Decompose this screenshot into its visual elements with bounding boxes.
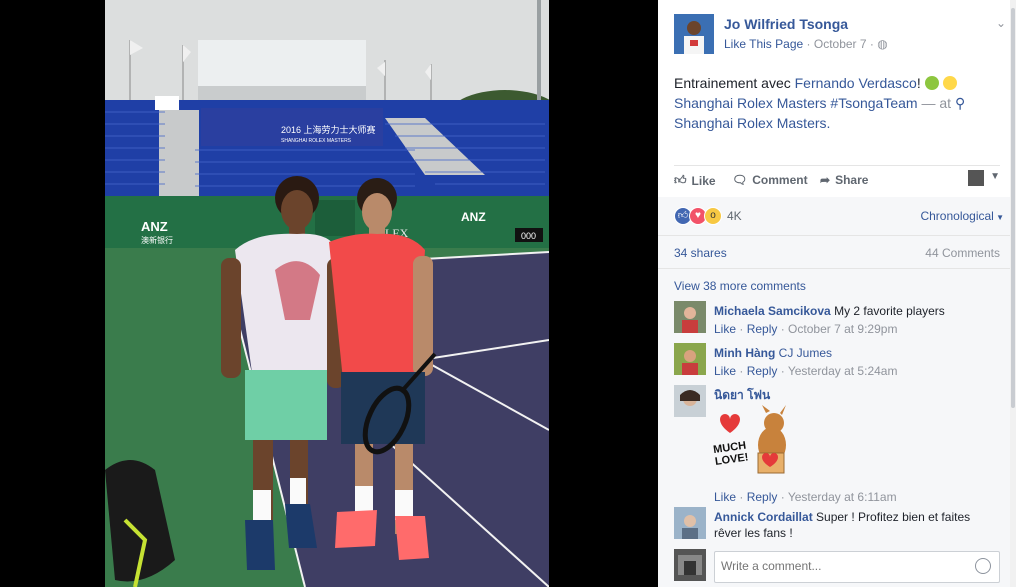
comment-text: My 2 favorite players bbox=[834, 304, 945, 318]
reactions-summary[interactable]: 👍︎ ♥ o 4K bbox=[674, 207, 742, 225]
commenter-avatar[interactable] bbox=[674, 507, 706, 539]
view-more-comments[interactable]: View 38 more comments bbox=[674, 279, 806, 293]
divider bbox=[674, 165, 1000, 166]
comment-item: Annick Cordaillat Super ! Profitez bien … bbox=[674, 507, 1000, 545]
commenter-name[interactable]: Minh Hàng bbox=[714, 346, 775, 360]
comment-item: นิดยา โฟน MUCH LOVE! Like · Reply · Yest… bbox=[674, 385, 1000, 504]
globe-icon: ◍ bbox=[877, 37, 888, 51]
comment-time[interactable]: Yesterday at 6:11am bbox=[788, 490, 897, 504]
author-name[interactable]: Jo Wilfried Tsonga bbox=[724, 16, 848, 32]
commenter-avatar[interactable] bbox=[674, 385, 706, 417]
comment-like-link[interactable]: Like bbox=[714, 364, 736, 378]
comment-reply-link[interactable]: Reply bbox=[747, 490, 778, 504]
sponsor-logo-right: ANZ bbox=[461, 210, 486, 224]
emoji-icon[interactable] bbox=[975, 558, 991, 574]
banner-subtext: SHANGHAI ROLEX MASTERS bbox=[281, 138, 352, 144]
post-header: Jo Wilfried Tsonga Like This Page · Octo… bbox=[674, 14, 1006, 56]
like-button[interactable]: 👍︎ Like bbox=[674, 173, 716, 188]
comment-reply-link[interactable]: Reply bbox=[747, 322, 778, 336]
post-body: Entrainement avec bbox=[674, 75, 795, 91]
sticker: MUCH LOVE! bbox=[713, 405, 796, 487]
comment-like-link[interactable]: Like bbox=[714, 322, 736, 336]
tennis-ball-icon bbox=[924, 76, 939, 90]
commenter-name[interactable]: Annick Cordaillat bbox=[714, 510, 813, 524]
commenter-name[interactable]: นิดยา โฟน bbox=[714, 388, 770, 402]
divider bbox=[658, 268, 1010, 269]
comment-item: Michaela Samcikova My 2 favorite players… bbox=[674, 301, 1000, 337]
sponsor-logo: ANZ bbox=[141, 219, 168, 234]
comment-item: Minh Hàng CJ Jumes Like · Reply · Yester… bbox=[674, 343, 1000, 379]
banner-text: 2016 上海劳力士大师赛 bbox=[281, 124, 376, 135]
comment-icon: 🗨︎ bbox=[732, 173, 748, 187]
write-comment-box bbox=[674, 549, 1000, 585]
reaction-count: 4K bbox=[727, 209, 742, 223]
wow-reaction-icon: o bbox=[704, 207, 722, 225]
post-photo[interactable]: 2016 上海劳力士大师赛 SHANGHAI ROLEX MASTERS ANZ… bbox=[105, 0, 549, 587]
caret-down-icon[interactable]: ▼ bbox=[990, 171, 1000, 182]
place-link[interactable]: Shanghai Rolex Masters bbox=[674, 115, 827, 131]
commenter-avatar[interactable] bbox=[674, 301, 706, 333]
share-button[interactable]: ➦ Share bbox=[820, 173, 868, 187]
comment-button[interactable]: 🗨︎ Comment bbox=[732, 173, 808, 187]
thumbs-up-icon: 👍︎ bbox=[674, 173, 687, 187]
tennis-photo: 2016 上海劳力士大师赛 SHANGHAI ROLEX MASTERS ANZ… bbox=[105, 0, 549, 587]
shares-link[interactable]: 34 shares bbox=[674, 246, 727, 260]
viewer-avatar[interactable] bbox=[674, 549, 706, 581]
comments-count[interactable]: 44 Comments bbox=[925, 246, 1000, 260]
comment-like-link[interactable]: Like bbox=[714, 490, 736, 504]
scrollbar[interactable] bbox=[1010, 0, 1016, 587]
post-text: Entrainement avec Fernando Verdasco! Sha… bbox=[674, 75, 966, 131]
post-panel: Jo Wilfried Tsonga Like This Page · Octo… bbox=[658, 0, 1016, 587]
caret-down-icon: ▼ bbox=[993, 213, 1004, 222]
hashtag-link[interactable]: Shanghai Rolex Masters #TsongaTeam bbox=[674, 95, 918, 111]
scrollbar-thumb[interactable] bbox=[1011, 8, 1015, 408]
scoreboard: 000 bbox=[521, 231, 536, 241]
comment-input-wrapper bbox=[714, 551, 1000, 583]
post-date[interactable]: October 7 bbox=[814, 37, 867, 51]
like-page-link[interactable]: Like This Page bbox=[724, 37, 803, 51]
at-label: — at bbox=[921, 95, 952, 111]
post-meta: Like This Page · October 7 · ◍ bbox=[724, 37, 888, 51]
sort-dropdown[interactable]: Chronological ▼ bbox=[920, 209, 1004, 223]
commenter-name[interactable]: Michaela Samcikova bbox=[714, 304, 831, 318]
viewer-avatar[interactable] bbox=[968, 170, 984, 186]
action-bar: 👍︎ Like 🗨︎ Comment ➦ Share ▼ bbox=[674, 170, 1000, 192]
sparkles-icon bbox=[942, 76, 957, 90]
divider bbox=[658, 235, 1010, 236]
chevron-down-icon[interactable]: ⌄ bbox=[996, 16, 1006, 30]
comment-time[interactable]: October 7 at 9:29pm bbox=[788, 322, 897, 336]
comment-input[interactable] bbox=[715, 552, 967, 580]
comment-reply-link[interactable]: Reply bbox=[747, 364, 778, 378]
sponsor-subtext: 澳新银行 bbox=[141, 235, 173, 245]
photo-viewer: 2016 上海劳力士大师赛 SHANGHAI ROLEX MASTERS ANZ… bbox=[0, 0, 658, 587]
page-avatar[interactable] bbox=[674, 14, 714, 54]
commenter-avatar[interactable] bbox=[674, 343, 706, 375]
location-pin-icon: ⚲ bbox=[954, 95, 966, 111]
mention-link[interactable]: Fernando Verdasco bbox=[795, 75, 917, 91]
comment-time[interactable]: Yesterday at 5:24am bbox=[788, 364, 898, 378]
comment-tag-link[interactable]: CJ Jumes bbox=[779, 346, 832, 360]
share-icon: ➦ bbox=[820, 173, 831, 187]
